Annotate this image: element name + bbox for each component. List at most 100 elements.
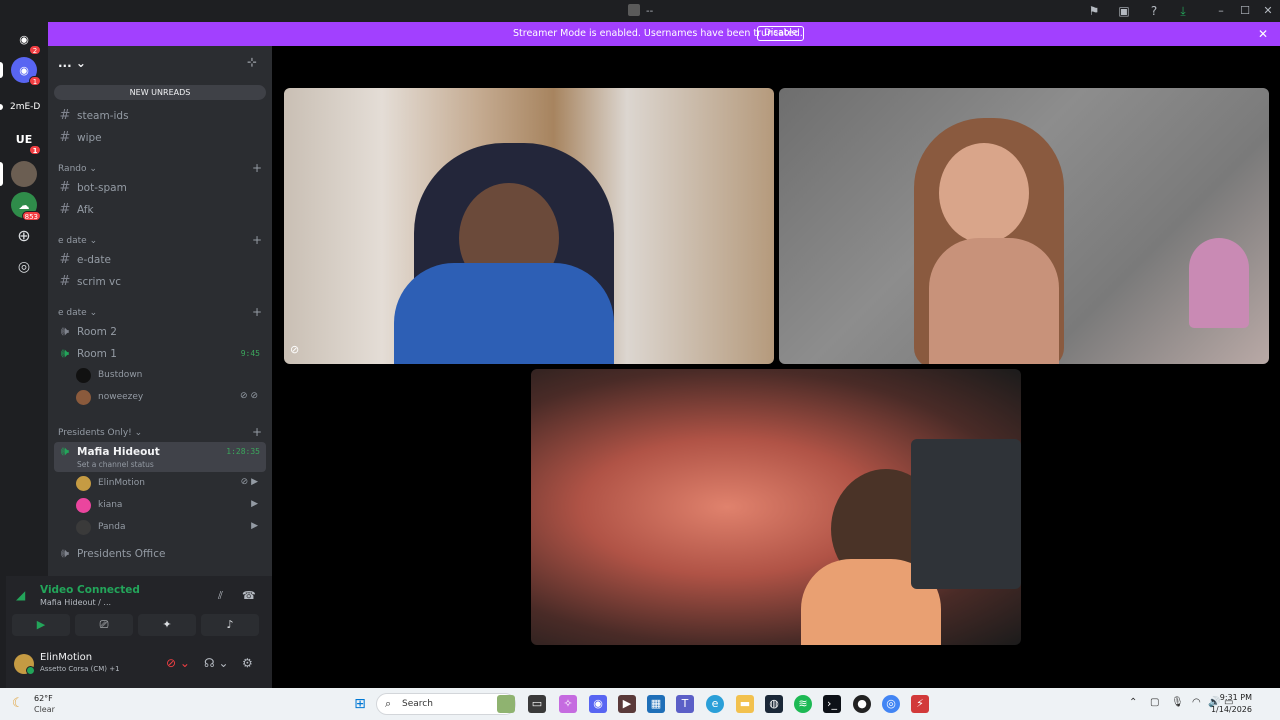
disable-button[interactable]: Disable	[757, 26, 805, 41]
spotify-icon[interactable]: ≋	[794, 695, 812, 713]
soundboard-icon: ♪	[226, 618, 234, 631]
wifi-icon[interactable]: ◠	[1192, 697, 1201, 708]
category-presidents-only[interactable]: Presidents Only! ⌄	[58, 428, 142, 438]
create-channel-icon[interactable]: +	[252, 305, 262, 319]
close-window-button[interactable]: ✕	[1256, 2, 1280, 20]
taskbar-search[interactable]: ⌕ Search	[376, 693, 516, 715]
muted-deafened-icon: ⊘ ⊘	[240, 391, 258, 401]
channel-e-date[interactable]: # e-date	[54, 250, 266, 270]
app-icon-game[interactable]	[497, 695, 515, 713]
channel-label: Room 1	[77, 348, 117, 360]
add-server-icon[interactable]: ⊕	[11, 222, 37, 248]
create-channel-icon[interactable]: +	[252, 425, 262, 439]
file-explorer-icon[interactable]: ▬	[736, 695, 754, 713]
muted-mic-icon: ⊘	[290, 343, 300, 356]
discord-home-icon[interactable]: ◉ 2	[11, 26, 41, 55]
camera-button[interactable]: ▶	[12, 614, 70, 636]
video-tile-2[interactable]	[779, 88, 1269, 364]
voice-channel-room-2[interactable]: 🕪 Room 2	[54, 322, 266, 342]
soundboard-button[interactable]: ♪	[201, 614, 259, 636]
create-channel-icon[interactable]: +	[252, 161, 262, 175]
terminal-icon[interactable]: ›_	[823, 695, 841, 713]
voice-channel-room-1[interactable]: 🕪 Room 1 9:45	[54, 344, 266, 364]
category-e-date[interactable]: e date ⌄	[58, 236, 97, 246]
copilot-icon[interactable]: ✧	[559, 695, 577, 713]
disconnect-icon[interactable]: ☎	[242, 589, 256, 602]
speaker-icon: 🕪	[60, 444, 70, 459]
video-stage: ⊘	[272, 46, 1280, 688]
server-icon-photo[interactable]	[11, 161, 37, 187]
channel-scrim-vc[interactable]: # scrim vc	[54, 272, 266, 292]
category-e-date-2[interactable]: e date ⌄	[58, 308, 97, 318]
channel-status[interactable]: Set a channel status	[77, 460, 154, 469]
discord-app: -- ⚑ ▣ ? ⤓ – ☐ ✕ ◉ 2 ◉ 1 2mE-D UE 1 ☁ 85…	[0, 0, 1280, 720]
server-icon-discord[interactable]: ◉ 1	[11, 57, 41, 86]
chevron-down-icon: ⌄	[89, 308, 98, 318]
voice-user-name: Bustdown	[98, 370, 143, 380]
server-text-label[interactable]: 2mE-D	[10, 102, 40, 112]
steam-icon[interactable]: ◍	[765, 695, 783, 713]
close-icon[interactable]: ✕	[1258, 27, 1268, 41]
voice-channel-presidents-office[interactable]: 🕪 Presidents Office	[54, 544, 266, 564]
current-user-name[interactable]: ElinMotion	[40, 652, 92, 663]
room-1-timer: 9:45	[240, 349, 260, 358]
edge-icon[interactable]: e	[706, 695, 724, 713]
start-icon[interactable]: ⊞	[351, 695, 369, 713]
muted-camera-icon: ⊘ ▶	[240, 477, 258, 487]
server-icon-ue[interactable]: UE 1	[11, 126, 41, 155]
server-name: ... ⌄	[58, 56, 86, 70]
activities-button[interactable]: ✦	[138, 614, 196, 636]
category-rando[interactable]: Rando ⌄	[58, 164, 97, 174]
microphone-icon[interactable]: 🎙	[1171, 697, 1184, 708]
download-icon[interactable]: ⤓	[1175, 3, 1191, 19]
system-clock[interactable]: 9:31 PM 1/14/2026	[1211, 692, 1252, 716]
teams-icon[interactable]: T	[676, 695, 694, 713]
voice-connected-title[interactable]: Video Connected	[40, 584, 140, 596]
mic-muted-icon[interactable]: ⊘ ⌄	[166, 656, 190, 670]
minimize-button[interactable]: –	[1209, 2, 1233, 20]
chrome-icon[interactable]: ◎	[882, 695, 900, 713]
inbox-icon[interactable]: ▣	[1116, 3, 1132, 19]
server-indicator	[0, 62, 3, 78]
video-tile-3[interactable]	[531, 369, 1021, 645]
voice-user[interactable]: Bustdown	[76, 366, 266, 386]
channel-steam-ids[interactable]: # steam-ids	[54, 106, 266, 126]
share-screen-button[interactable]: ⎚	[75, 614, 133, 636]
help-icon[interactable]: ?	[1146, 3, 1162, 19]
app-icon-media[interactable]: ▶	[618, 695, 636, 713]
voice-status-panel: ◢ Video Connected Mafia Hideout / ... ⫽ …	[6, 576, 272, 688]
app-icon-red[interactable]: ⚡	[911, 695, 929, 713]
voice-user[interactable]: Panda ▶	[76, 518, 266, 538]
discord-taskbar-icon[interactable]: ◉	[589, 695, 607, 713]
voice-channel-mafia-hideout[interactable]: 🕪 Mafia Hideout 1:28:35 Set a channel st…	[54, 442, 266, 472]
voice-channel-subtitle[interactable]: Mafia Hideout / ...	[40, 598, 111, 607]
maximize-button[interactable]: ☐	[1233, 2, 1257, 20]
avatar[interactable]	[14, 654, 35, 675]
task-view-icon[interactable]: ▭	[528, 695, 546, 713]
headphones-icon[interactable]: ☊ ⌄	[204, 656, 229, 670]
chevron-up-icon[interactable]: ⌃	[1129, 697, 1137, 708]
invite-people-icon[interactable]: ⊹	[244, 55, 260, 71]
channel-afk[interactable]: # Afk	[54, 200, 266, 220]
window-thumbnail	[628, 4, 640, 16]
create-channel-icon[interactable]: +	[252, 233, 262, 247]
channel-label: steam-ids	[77, 110, 129, 122]
tray-app-icon[interactable]: ▢	[1150, 697, 1159, 708]
server-header[interactable]: ... ⌄ ⊹	[48, 46, 272, 80]
voice-user[interactable]: noweezey ⊘ ⊘	[76, 388, 266, 408]
channel-bot-spam[interactable]: # bot-spam	[54, 178, 266, 198]
voice-user[interactable]: ElinMotion ⊘ ▶	[76, 474, 266, 494]
clock-date: 1/14/2026	[1210, 705, 1252, 714]
obs-icon[interactable]: ●	[853, 695, 871, 713]
settings-gear-icon[interactable]: ⚙	[242, 656, 253, 670]
category-label: Presidents Only!	[58, 428, 132, 438]
store-icon[interactable]: ▦	[647, 695, 665, 713]
video-tile-1[interactable]: ⊘	[284, 88, 774, 364]
discover-icon[interactable]: ◎	[11, 254, 37, 280]
server-icon-green[interactable]: ☁ 853	[11, 192, 41, 221]
noise-suppression-icon[interactable]: ⫽	[218, 589, 223, 603]
voice-user[interactable]: kiana ▶	[76, 496, 266, 516]
flag-icon[interactable]: ⚑	[1086, 3, 1102, 19]
channel-wipe[interactable]: # wipe	[54, 128, 266, 148]
new-unreads-banner[interactable]: NEW UNREADS	[54, 85, 266, 100]
